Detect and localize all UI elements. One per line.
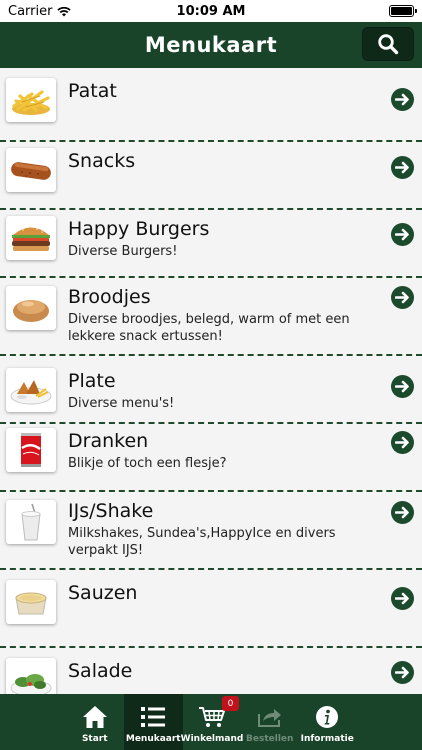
menu-item-title: Dranken (68, 430, 149, 452)
bread-roll-image (6, 286, 56, 330)
tab-bar: Start Menukaart 0 Winkelmand Bestellen I… (0, 694, 422, 750)
menu-item-description: Blikje of toch een flesje? (68, 456, 227, 471)
menu-item-patat[interactable]: Patat (0, 68, 422, 142)
menu-item-title: Sauzen (68, 582, 138, 604)
menu-item-title: Snacks (68, 150, 136, 172)
plate-image (6, 368, 56, 412)
tab-label: Informatie (300, 734, 354, 744)
menu-item-sauzen[interactable]: Sauzen (0, 570, 422, 648)
milkshake-image (6, 500, 56, 544)
page-title: Menukaart (144, 33, 278, 57)
menu-item-title: Patat (68, 80, 117, 102)
tab-bestellen[interactable]: Bestellen (241, 694, 299, 750)
menu-item-snacks[interactable]: Snacks (0, 142, 422, 210)
carrier-label: Carrier (8, 3, 53, 19)
frikandel-image (6, 148, 56, 192)
tab-label: Start (81, 734, 108, 744)
menu-item-broodjes[interactable]: Broodjes Diverse broodjes, belegd, warm … (0, 278, 422, 356)
tab-label: Winkelmand (180, 734, 244, 744)
tab-menukaart[interactable]: Menukaart (123, 694, 183, 750)
tab-winkelmand[interactable]: 0 Winkelmand (180, 694, 244, 750)
arrow-right-icon[interactable] (391, 223, 414, 246)
tab-label: Menukaart (125, 734, 181, 744)
menu-item-description: Diverse Burgers! (68, 244, 178, 259)
menu-item-title: IJs/Shake (68, 500, 154, 522)
arrow-right-icon[interactable] (391, 431, 414, 454)
menu-item-description: Diverse menu's! (68, 396, 175, 411)
status-left: Carrier (8, 3, 72, 19)
home-icon (82, 704, 108, 730)
nav-header: Menukaart (0, 22, 422, 68)
menu-item-description: Milkshakes, Sundea's,HappyIce en divers … (68, 526, 336, 558)
arrow-right-icon[interactable] (391, 156, 414, 179)
tab-label: Bestellen (246, 734, 294, 744)
menu-item-salade[interactable]: Salade (0, 648, 422, 694)
share-icon (257, 704, 283, 730)
wifi-icon (57, 6, 72, 17)
tab-informatie[interactable]: Informatie (298, 694, 356, 750)
arrow-right-icon[interactable] (391, 661, 414, 684)
list-icon (140, 704, 166, 730)
cola-can-image (6, 428, 56, 472)
menu-item-title: Salade (68, 660, 133, 682)
menu-list: Patat Snacks Happy Burgers Diverse Burge… (0, 68, 422, 694)
salad-image (6, 658, 56, 694)
burger-image (6, 216, 56, 260)
cart-count-badge: 0 (221, 696, 239, 711)
menu-item-happy-burgers[interactable]: Happy Burgers Diverse Burgers! (0, 210, 422, 278)
arrow-right-icon[interactable] (391, 375, 414, 398)
menu-item-title: Happy Burgers (68, 218, 210, 240)
menu-item-title: Plate (68, 370, 116, 392)
search-button[interactable] (362, 27, 414, 61)
menu-item-description: Diverse broodjes, belegd, warm of met ee… (68, 312, 350, 344)
tab-start[interactable]: Start (66, 694, 124, 750)
menu-item-plate[interactable]: Plate Diverse menu's! (0, 356, 422, 424)
arrow-right-icon[interactable] (391, 88, 414, 111)
menu-item-title: Broodjes (68, 286, 151, 308)
menu-item-dranken[interactable]: Dranken Blikje of toch een flesje? (0, 424, 422, 492)
arrow-right-icon[interactable] (391, 501, 414, 524)
arrow-right-icon[interactable] (391, 286, 414, 309)
arrow-right-icon[interactable] (391, 587, 414, 610)
sauce-cup-image (6, 580, 56, 624)
menu-item-ijs-shake[interactable]: IJs/Shake Milkshakes, Sundea's,HappyIce … (0, 492, 422, 570)
status-bar: Carrier 10:09 AM (0, 0, 422, 22)
search-icon (378, 34, 399, 55)
battery-icon (389, 5, 417, 17)
info-icon (315, 704, 339, 730)
fries-image (6, 78, 56, 122)
